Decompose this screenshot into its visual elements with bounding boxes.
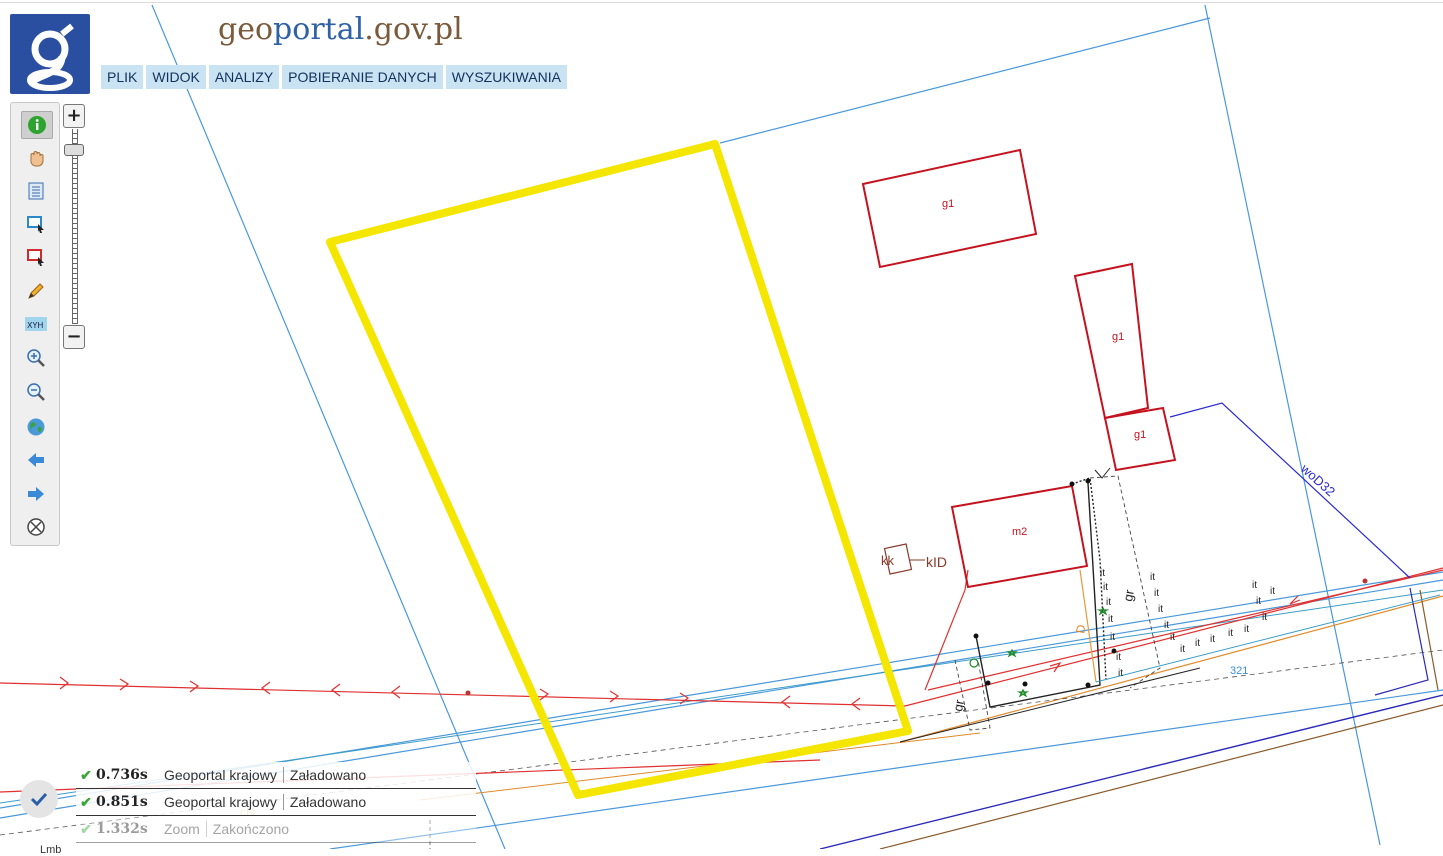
select-rectangle-icon[interactable] (23, 211, 49, 237)
svg-text:it: it (1210, 634, 1215, 645)
menu-plik[interactable]: PLIK (101, 65, 144, 89)
status-source: Geoportal krajowy (160, 767, 284, 783)
full-extent-globe-icon[interactable] (23, 414, 49, 440)
svg-text:it: it (1180, 644, 1185, 655)
top-border (0, 2, 1443, 3)
legend-table-icon[interactable] (23, 178, 49, 204)
zoom-track[interactable] (72, 129, 78, 324)
info-icon[interactable] (21, 111, 53, 139)
svg-text:it: it (1118, 668, 1123, 679)
svg-text:it: it (1150, 572, 1155, 583)
svg-text:it: it (1262, 612, 1267, 623)
svg-text:it: it (1100, 568, 1105, 579)
svg-text:it: it (1154, 588, 1159, 599)
survey-points (465, 478, 1368, 696)
status-state: Załadowano (289, 767, 367, 783)
building-label-1: g1 (942, 198, 954, 210)
menu-analizy[interactable]: ANALIZY (208, 65, 280, 89)
xyh-coordinates-icon[interactable]: XYH (23, 311, 49, 337)
kid-label: kID (926, 554, 947, 570)
status-row: ✔ 0.736s Geoportal krajowy Załadowano (76, 762, 476, 789)
status-check-icon[interactable] (20, 780, 58, 818)
zoom-handle[interactable] (64, 144, 84, 156)
status-time: 0.736s (96, 767, 148, 783)
svg-text:it: it (1195, 638, 1200, 649)
svg-text:it: it (1106, 597, 1111, 608)
draw-pencil-icon[interactable] (23, 278, 49, 304)
status-time: 1.332s (96, 821, 148, 837)
logo-g-icon (27, 23, 74, 91)
zoom-plus-button[interactable]: + (63, 104, 85, 128)
svg-text:it: it (1116, 652, 1121, 663)
ok-check-icon: ✔ (80, 820, 92, 837)
status-row: ✔ 0.851s Geoportal krajowy Załadowano (76, 789, 476, 816)
svg-text:it: it (1256, 596, 1261, 607)
pan-hand-icon[interactable] (23, 145, 49, 171)
lower-map-label: Lmb (40, 844, 62, 856)
svg-text:it: it (1108, 614, 1113, 625)
svg-text:it: it (1158, 604, 1163, 615)
svg-text:it: it (1244, 624, 1249, 635)
water-line (1169, 402, 1411, 579)
buildings (861, 148, 1177, 589)
select-red-icon[interactable] (23, 244, 49, 270)
svg-text:XYH: XYH (27, 321, 43, 330)
gr-label-1: gr (1120, 588, 1137, 603)
svg-text:it: it (1170, 632, 1175, 643)
status-time: 0.851s (96, 794, 148, 810)
status-source: Zoom (160, 821, 207, 837)
main-menu: PLIK WIDOK ANALIZY POBIERANIE DANYCH WYS… (101, 65, 567, 89)
forward-arrow-icon[interactable] (23, 481, 49, 507)
detail-lines (899, 467, 1441, 743)
gr-label-2: gr (950, 698, 967, 713)
svg-text:it: it (1110, 632, 1115, 643)
map-canvas[interactable]: woD32 g1 g1 g1 m2 kk kID it it it it it … (0, 0, 1443, 849)
selected-parcel-highlight[interactable] (326, 140, 912, 799)
parcel-boundaries (0, 4, 1443, 849)
tree-symbols (969, 606, 1110, 698)
svg-text:it: it (1228, 628, 1233, 639)
building-label-3: g1 (1134, 429, 1146, 441)
map-toolbar: XYH (10, 102, 60, 546)
status-source: Geoportal krajowy (160, 794, 284, 810)
status-state: Zakończono (212, 821, 290, 837)
menu-widok[interactable]: WIDOK (146, 65, 206, 89)
zoom-out-icon[interactable] (23, 379, 49, 405)
zoom-minus-button[interactable]: − (63, 325, 85, 349)
svg-text:it: it (1164, 620, 1169, 631)
zoom-slider: + − (63, 104, 85, 350)
svg-text:it: it (1252, 580, 1257, 591)
parcel-number: 321 (1230, 665, 1248, 677)
status-state: Załadowano (289, 794, 367, 810)
d-label: D (1073, 623, 1088, 634)
utility-line-red (0, 567, 1443, 793)
status-row: ✔ 1.332s Zoom Zakończono (76, 816, 476, 843)
clear-icon[interactable] (23, 514, 49, 540)
geoportal-logo[interactable] (10, 14, 90, 94)
ok-check-icon: ✔ (80, 766, 92, 783)
menu-pobieranie-danych[interactable]: POBIERANIE DANYCH (282, 65, 443, 89)
building-label-2: g1 (1112, 331, 1124, 343)
zoom-in-icon[interactable] (23, 345, 49, 371)
building-label-4: m2 (1012, 526, 1027, 538)
svg-text:it: it (1270, 586, 1275, 597)
menu-wyszukiwania[interactable]: WYSZUKIWANIA (445, 65, 567, 89)
kk-label: kk (881, 553, 895, 568)
svg-text:it: it (1103, 582, 1108, 593)
ok-check-icon: ✔ (80, 793, 92, 810)
brand-title: geoportal.gov.pl (218, 12, 463, 47)
back-arrow-icon[interactable] (23, 447, 49, 473)
